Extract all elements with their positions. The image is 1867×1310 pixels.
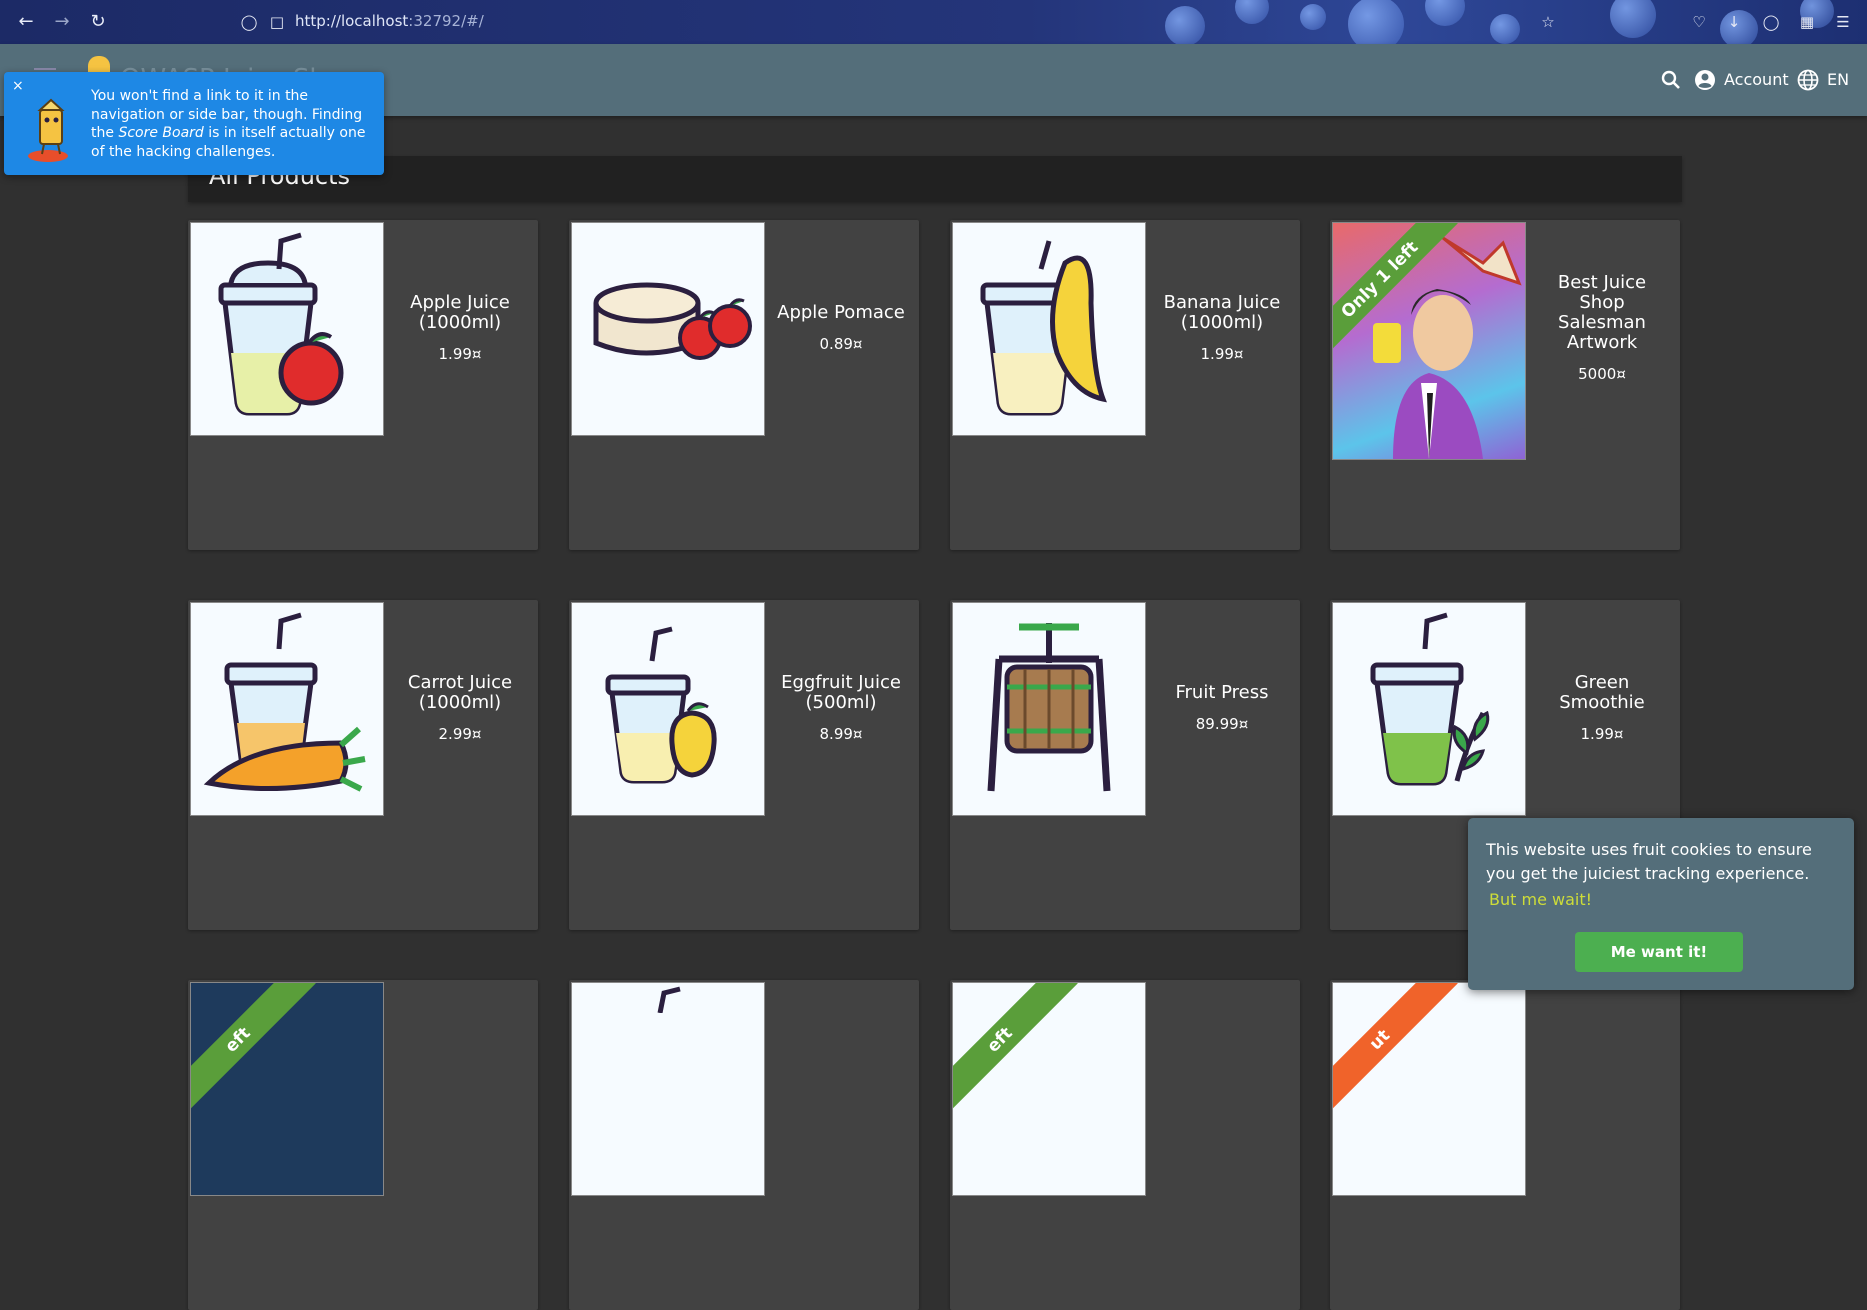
forward-icon[interactable]: → (50, 10, 74, 34)
shield-icon[interactable]: ◯ (238, 11, 260, 33)
product-image-carrot-juice[interactable] (190, 602, 384, 816)
product-name: Apple Juice (1000ml) (410, 292, 510, 333)
account-button[interactable]: Account (1694, 66, 1789, 94)
product-name: Green Smoothie (1559, 672, 1645, 713)
product-image-salesman-artwork[interactable]: Only 1 left (1332, 222, 1526, 460)
search-icon (1661, 70, 1680, 89)
browser-menu-icon[interactable]: ☰ (1832, 11, 1854, 33)
product-card-apple-pomace[interactable]: Apple Pomace 0.89¤ (569, 220, 919, 550)
cookie-learn-more-link[interactable]: But me wait! (1489, 890, 1592, 909)
product-image-green-smoothie[interactable] (1332, 602, 1526, 816)
pocket-icon[interactable]: ♡ (1688, 11, 1710, 33)
close-tip-button[interactable]: × (12, 78, 24, 94)
back-icon[interactable]: ← (14, 10, 38, 34)
bookmark-star-icon[interactable]: ☆ (1537, 11, 1559, 33)
product-card-fruit-press[interactable]: Fruit Press 89.99¤ (950, 600, 1300, 930)
stock-ribbon: eft (953, 983, 1078, 1118)
product-card-apple-juice[interactable]: Apple Juice (1000ml) 1.99¤ (188, 220, 538, 550)
juice-mascot-icon (28, 98, 68, 162)
product-image[interactable]: ut (1332, 982, 1526, 1196)
product-image-apple-pomace[interactable] (571, 222, 765, 436)
product-image[interactable]: eft (190, 982, 384, 1196)
product-name: Carrot Juice (1000ml) (407, 672, 513, 713)
product-price: 2.99¤ (438, 725, 482, 743)
language-label: EN (1827, 70, 1850, 89)
product-info: Green Smoothie 1.99¤ (1528, 600, 1676, 816)
product-price: 1.99¤ (438, 345, 482, 363)
product-card[interactable] (569, 980, 919, 1310)
product-image[interactable]: eft (952, 982, 1146, 1196)
hacking-tip-notification: × You won't find a link to it in the nav… (4, 72, 384, 175)
product-card-eggfruit-juice[interactable]: Eggfruit Juice (500ml) 8.99¤ (569, 600, 919, 930)
product-card[interactable]: eft (188, 980, 538, 1310)
product-card-banana-juice[interactable]: Banana Juice (1000ml) 1.99¤ (950, 220, 1300, 550)
browser-chrome: ← → ↻ ◯ □ http://localhost:32792/#/ ☆ ♡ … (0, 0, 1867, 44)
product-name: Banana Juice (1000ml) (1163, 292, 1281, 333)
product-price: 1.99¤ (1200, 345, 1244, 363)
url-rest: :32792/#/ (408, 12, 484, 30)
extensions-icon[interactable]: ▦ (1796, 11, 1818, 33)
product-image-apple-juice[interactable] (190, 222, 384, 436)
address-bar[interactable]: http://localhost:32792/#/ (295, 12, 484, 30)
stock-ribbon: eft (191, 983, 316, 1118)
url-host: http://localhost (295, 12, 409, 30)
product-info: Best Juice Shop Salesman Artwork 5000¤ (1528, 220, 1676, 436)
profile-icon[interactable]: ◯ (1760, 11, 1782, 33)
cookie-consent-banner: This website uses fruit cookies to ensur… (1468, 818, 1854, 990)
language-button[interactable]: EN (1797, 66, 1849, 94)
product-image-banana-juice[interactable] (952, 222, 1146, 436)
product-card[interactable]: ut (1330, 980, 1680, 1310)
account-circle-icon (1695, 70, 1715, 90)
download-icon[interactable]: ↓ (1723, 11, 1745, 33)
stock-ribbon: ut (1333, 983, 1458, 1118)
product-price: 1.99¤ (1580, 725, 1624, 743)
product-image[interactable] (571, 982, 765, 1196)
account-label: Account (1724, 70, 1789, 89)
product-info: Apple Pomace 0.89¤ (767, 220, 915, 436)
tip-text-emphasis: Score Board (118, 125, 204, 141)
globe-icon (1797, 69, 1819, 91)
product-info: Carrot Juice (1000ml) 2.99¤ (386, 600, 534, 816)
product-image-fruit-press[interactable] (952, 602, 1146, 816)
reload-icon[interactable]: ↻ (86, 10, 110, 34)
product-name: Apple Pomace (777, 302, 905, 323)
product-card-carrot-juice[interactable]: Carrot Juice (1000ml) 2.99¤ (188, 600, 538, 930)
product-name: Best Juice Shop Salesman Artwork (1557, 272, 1647, 353)
product-price: 8.99¤ (819, 725, 863, 743)
product-name: Eggfruit Juice (500ml) (781, 672, 901, 713)
page-icon: □ (269, 13, 285, 31)
product-price: 5000¤ (1578, 365, 1626, 383)
product-price: 0.89¤ (819, 335, 863, 353)
tip-message: You won't find a link to it in the navig… (91, 87, 381, 161)
search-button[interactable] (1660, 66, 1682, 94)
cookie-message: This website uses fruit cookies to ensur… (1486, 840, 1812, 883)
product-info: Apple Juice (1000ml) 1.99¤ (386, 220, 534, 436)
product-card-salesman-artwork[interactable]: Only 1 left Best Juice Shop Salesman Art… (1330, 220, 1680, 550)
product-info: Fruit Press 89.99¤ (1148, 600, 1296, 816)
product-name: Fruit Press (1175, 682, 1269, 703)
product-image-eggfruit-juice[interactable] (571, 602, 765, 816)
product-price: 89.99¤ (1195, 715, 1249, 733)
product-info: Banana Juice (1000ml) 1.99¤ (1148, 220, 1296, 436)
product-card[interactable]: eft (950, 980, 1300, 1310)
product-info: Eggfruit Juice (500ml) 8.99¤ (767, 600, 915, 816)
all-products-heading-bar: All Products (188, 156, 1682, 202)
cookie-accept-button[interactable]: Me want it! (1575, 932, 1743, 972)
